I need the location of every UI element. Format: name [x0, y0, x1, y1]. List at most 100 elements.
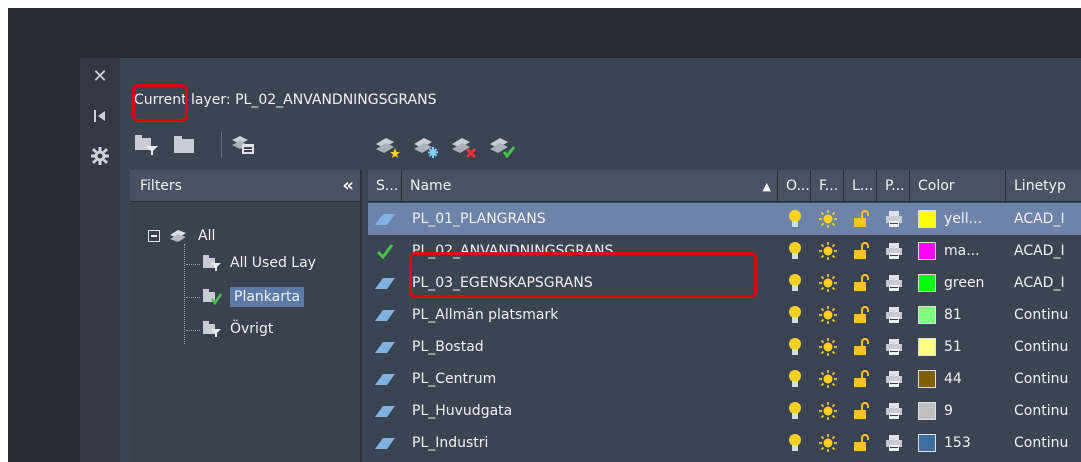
printer-icon[interactable] — [877, 203, 910, 235]
printer-icon[interactable] — [877, 299, 910, 331]
col-color[interactable]: Color — [910, 170, 1006, 202]
layer-row[interactable]: PL_Huvudgata 9 Continu — [368, 395, 1081, 427]
layer-color[interactable]: 9 — [918, 395, 1006, 427]
layer-status-icon[interactable] — [368, 267, 402, 299]
sun-thaw-icon[interactable] — [811, 395, 844, 427]
lightbulb-on-icon[interactable] — [778, 267, 811, 299]
color-label: 44 — [944, 371, 962, 387]
filter-tree-root[interactable]: All — [148, 228, 215, 244]
col-plot[interactable]: P... — [877, 170, 910, 202]
lightbulb-on-icon[interactable] — [778, 427, 811, 459]
layer-status-icon[interactable] — [368, 331, 402, 363]
printer-icon[interactable] — [877, 363, 910, 395]
set-current-icon[interactable] — [488, 134, 516, 158]
layer-name[interactable]: PL_Centrum — [412, 363, 772, 395]
lightbulb-on-icon[interactable] — [778, 363, 811, 395]
col-linetype[interactable]: Linetyp — [1006, 170, 1081, 202]
sun-thaw-icon[interactable] — [811, 235, 844, 267]
layer-status-icon[interactable] — [368, 299, 402, 331]
collapse-tree-icon[interactable] — [148, 230, 160, 242]
layer-name[interactable]: PL_01_PLANGRANS — [412, 203, 772, 235]
col-freeze[interactable]: F... — [811, 170, 844, 202]
layer-linetype[interactable]: ACAD_I — [1014, 267, 1081, 299]
lightbulb-on-icon[interactable] — [778, 331, 811, 363]
color-swatch — [918, 370, 936, 388]
lightbulb-on-icon[interactable] — [778, 299, 811, 331]
filter-item-all-used[interactable]: All Used Lay — [202, 254, 316, 272]
current-layer-check-icon[interactable] — [368, 235, 402, 267]
layer-color[interactable]: ma... — [918, 235, 1006, 267]
delete-layer-icon[interactable] — [450, 134, 478, 158]
new-property-filter-icon[interactable] — [134, 134, 160, 156]
sun-thaw-icon[interactable] — [811, 299, 844, 331]
sun-thaw-icon[interactable] — [811, 203, 844, 235]
col-status[interactable]: S... — [368, 170, 402, 202]
color-swatch — [918, 242, 936, 260]
filter-item-ovrigt[interactable]: Övrigt — [202, 320, 273, 338]
layer-color[interactable]: 44 — [918, 363, 1006, 395]
layer-row[interactable]: PL_01_PLANGRANS yell... ACAD_I — [368, 203, 1081, 235]
unlocked-icon[interactable] — [844, 363, 877, 395]
printer-icon[interactable] — [877, 267, 910, 299]
filter-item-plankarta[interactable]: Plankarta — [202, 287, 305, 307]
unlocked-icon[interactable] — [844, 427, 877, 459]
printer-icon[interactable] — [877, 395, 910, 427]
layer-color[interactable]: 81 — [918, 299, 1006, 331]
sun-thaw-icon[interactable] — [811, 331, 844, 363]
layer-row[interactable]: PL_Bostad 51 Continu — [368, 331, 1081, 363]
filters-title: Filters — [140, 177, 182, 194]
layer-status-icon[interactable] — [368, 363, 402, 395]
layer-linetype[interactable]: Continu — [1014, 427, 1081, 459]
layer-linetype[interactable]: ACAD_I — [1014, 203, 1081, 235]
col-on[interactable]: O... — [778, 170, 811, 202]
layer-states-manager-icon[interactable] — [230, 134, 256, 156]
new-group-filter-icon[interactable] — [172, 134, 198, 156]
layer-status-icon[interactable] — [368, 395, 402, 427]
new-layer-icon[interactable] — [374, 134, 402, 158]
layer-name[interactable]: PL_Industri — [412, 427, 772, 459]
layer-color[interactable]: 153 — [918, 427, 1006, 459]
layer-linetype[interactable]: Continu — [1014, 363, 1081, 395]
unlocked-icon[interactable] — [844, 395, 877, 427]
close-icon[interactable]: ✕ — [80, 64, 120, 88]
printer-icon[interactable] — [877, 427, 910, 459]
property-filter-icon — [203, 321, 221, 337]
layer-name[interactable]: PL_Huvudgata — [412, 395, 772, 427]
layer-status-icon[interactable] — [368, 427, 402, 459]
col-name[interactable]: Name ▲ — [402, 170, 778, 202]
sun-thaw-icon[interactable] — [811, 427, 844, 459]
layer-row[interactable]: PL_Centrum 44 Continu — [368, 363, 1081, 395]
layer-name[interactable]: PL_Allmän platsmark — [412, 299, 772, 331]
printer-icon[interactable] — [877, 235, 910, 267]
layer-linetype[interactable]: Continu — [1014, 299, 1081, 331]
lightbulb-on-icon[interactable] — [778, 203, 811, 235]
auto-hide-icon[interactable] — [80, 104, 120, 128]
new-layer-vp-frozen-icon[interactable] — [412, 134, 440, 158]
unlocked-icon[interactable] — [844, 299, 877, 331]
sun-thaw-icon[interactable] — [811, 267, 844, 299]
layer-color[interactable]: 51 — [918, 331, 1006, 363]
printer-icon[interactable] — [877, 331, 910, 363]
settings-icon[interactable] — [80, 144, 120, 168]
lightbulb-on-icon[interactable] — [778, 235, 811, 267]
layer-linetype[interactable]: Continu — [1014, 395, 1081, 427]
layer-row[interactable]: PL_Industri 153 Continu — [368, 427, 1081, 459]
tree-connector — [186, 264, 200, 265]
lightbulb-on-icon[interactable] — [778, 395, 811, 427]
filter-label: All Used Lay — [230, 255, 316, 271]
layer-color[interactable]: green — [918, 267, 1006, 299]
sun-thaw-icon[interactable] — [811, 363, 844, 395]
layer-name[interactable]: PL_Bostad — [412, 331, 772, 363]
unlocked-icon[interactable] — [844, 203, 877, 235]
collapse-icon[interactable]: « — [342, 175, 353, 196]
col-lock[interactable]: L... — [844, 170, 877, 202]
property-filter-icon — [203, 255, 221, 271]
layer-linetype[interactable]: ACAD_I — [1014, 235, 1081, 267]
unlocked-icon[interactable] — [844, 267, 877, 299]
layer-color[interactable]: yell... — [918, 203, 1006, 235]
layer-linetype[interactable]: Continu — [1014, 331, 1081, 363]
unlocked-icon[interactable] — [844, 331, 877, 363]
unlocked-icon[interactable] — [844, 235, 877, 267]
layer-status-icon[interactable] — [368, 203, 402, 235]
layer-row[interactable]: PL_Allmän platsmark 81 Continu — [368, 299, 1081, 331]
